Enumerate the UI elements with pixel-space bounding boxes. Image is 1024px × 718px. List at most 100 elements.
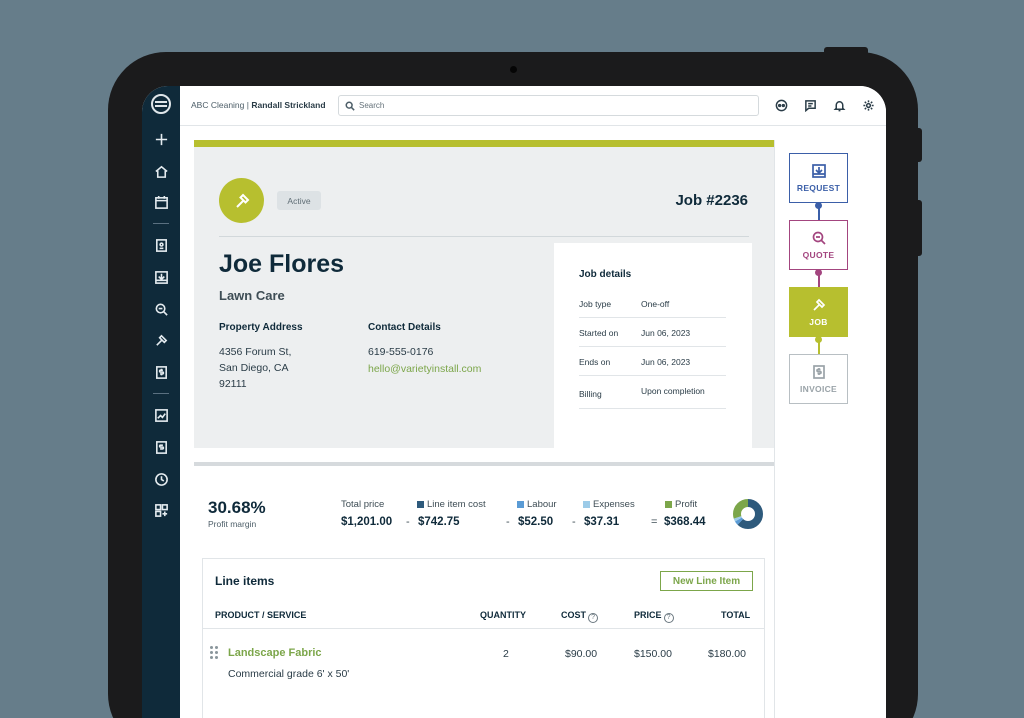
- job-number: Job #2236: [675, 192, 748, 209]
- equals-operator: =: [651, 516, 658, 528]
- reports-icon[interactable]: [151, 405, 171, 425]
- apps-icon[interactable]: [151, 500, 171, 520]
- status-badge: Active: [277, 191, 321, 210]
- clients-icon[interactable]: [151, 235, 171, 255]
- workflow-step-request[interactable]: REQUEST: [789, 153, 848, 203]
- timesheets-icon[interactable]: [151, 469, 171, 489]
- quote-icon: [812, 231, 826, 245]
- account-switcher[interactable]: ABC Cleaning | Randall Strickland: [191, 100, 326, 110]
- new-line-item-button[interactable]: New Line Item: [660, 571, 753, 591]
- expenses-label: Expenses: [583, 499, 635, 510]
- search-icon: [345, 101, 355, 111]
- hammer-icon: [235, 193, 249, 208]
- workflow-step-invoice[interactable]: INVOICE: [789, 354, 848, 404]
- job-overview-card: Active Job #2236 Joe Flores Lawn Care Pr…: [194, 140, 774, 455]
- separator: |: [246, 100, 249, 110]
- drag-handle-icon[interactable]: [210, 646, 220, 660]
- line-item-name[interactable]: Landscape Fabric: [228, 647, 322, 659]
- support-icon[interactable]: [773, 97, 789, 113]
- hammer-icon: [812, 298, 825, 311]
- workflow-step-job[interactable]: JOB: [789, 287, 848, 337]
- line-item-cost: $90.00: [565, 648, 598, 660]
- column-header-price: PRICE?: [634, 610, 674, 623]
- property-address[interactable]: 4356 Forum St, San Diego, CA 92111: [219, 344, 291, 392]
- column-header-cost: COST?: [561, 610, 599, 623]
- user-name: Randall Strickland: [251, 100, 326, 110]
- workflow-connector-dot: [815, 336, 822, 343]
- nav-divider: [153, 223, 169, 224]
- expenses-icon[interactable]: [151, 437, 171, 457]
- search-input[interactable]: Search: [338, 95, 759, 116]
- profit-margin-value: 30.68%: [208, 498, 266, 517]
- expenses-value: $37.31: [584, 516, 620, 528]
- create-icon[interactable]: [151, 129, 171, 149]
- home-icon[interactable]: [151, 161, 171, 181]
- total-price-label: Total price: [341, 499, 385, 510]
- search-placeholder: Search: [359, 101, 385, 110]
- detail-value: Jun 06, 2023: [641, 357, 691, 367]
- job-avatar: [219, 178, 264, 223]
- detail-value: One-off: [641, 299, 670, 309]
- calendar-icon[interactable]: [151, 192, 171, 212]
- messages-icon[interactable]: [802, 97, 818, 113]
- total-price-value: $1,201.00: [341, 516, 393, 528]
- line-item-total: $180.00: [708, 648, 746, 660]
- detail-value: Upon completion: [641, 386, 705, 396]
- address-line-3: 92111: [219, 378, 247, 390]
- workflow-step-label: JOB: [809, 317, 828, 327]
- settings-gear-icon[interactable]: [860, 97, 876, 113]
- line-item-description: Commercial grade 6' x 50': [228, 668, 350, 680]
- profit-donut-chart: [733, 499, 763, 529]
- workflow-step-label: INVOICE: [799, 384, 838, 394]
- company-name: ABC Cleaning: [191, 100, 245, 110]
- tablet-side-button-2: [916, 200, 922, 256]
- workflow-connector-dot: [815, 202, 822, 209]
- client-name[interactable]: Joe Flores: [219, 250, 344, 279]
- tablet-camera: [510, 66, 517, 73]
- column-header-quantity: QUANTITY: [480, 610, 526, 620]
- header-divider: [203, 628, 764, 629]
- expenses-swatch: [583, 500, 590, 508]
- address-line-1: 4356 Forum St,: [219, 346, 292, 358]
- jobs-icon[interactable]: [151, 330, 171, 350]
- line-items-card: Line items New Line Item PRODUCT / SERVI…: [202, 558, 765, 718]
- section-divider: [194, 462, 774, 466]
- quotes-icon[interactable]: [151, 299, 171, 319]
- workflow-step-label: QUOTE: [802, 250, 835, 260]
- workflow-step-quote[interactable]: QUOTE: [789, 220, 848, 270]
- app-logo-icon[interactable]: [151, 94, 171, 114]
- column-header-product: PRODUCT / SERVICE: [215, 610, 307, 620]
- detail-key: Billing: [579, 389, 602, 399]
- line-item-cost-label: Line item cost: [417, 499, 486, 510]
- workflow-step-label: REQUEST: [796, 183, 841, 193]
- top-bar: ABC Cleaning | Randall Strickland Search: [180, 86, 886, 126]
- line-item-price: $150.00: [634, 648, 672, 660]
- detail-key: Ends on: [579, 357, 611, 367]
- contact-details-label: Contact Details: [368, 322, 441, 333]
- help-icon[interactable]: ?: [588, 613, 599, 623]
- labour-value: $52.50: [518, 516, 554, 528]
- detail-key: Job type: [579, 299, 612, 309]
- labour-label: Labour: [517, 499, 557, 510]
- column-header-total: TOTAL: [721, 610, 751, 620]
- detail-key: Started on: [579, 328, 619, 338]
- help-icon[interactable]: ?: [663, 613, 674, 623]
- property-address-label: Property Address: [219, 322, 303, 333]
- requests-icon[interactable]: [151, 267, 171, 287]
- job-details-title: Job details: [579, 269, 632, 280]
- minus-operator: -: [506, 516, 510, 528]
- phone-link[interactable]: 619-555-0176: [368, 346, 433, 358]
- detail-row: Started on Jun 06, 2023: [579, 319, 726, 347]
- email-link[interactable]: hello@varietyinstall.com: [368, 363, 481, 375]
- divider: [219, 236, 749, 237]
- profit-margin-label: Profit margin: [208, 519, 257, 529]
- profit-label: Profit: [665, 499, 697, 510]
- job-details-panel: Job details Job type One-off Started on …: [554, 243, 752, 455]
- labour-swatch: [517, 500, 524, 508]
- invoices-icon[interactable]: [151, 362, 171, 382]
- line-items-title: Line items: [215, 574, 275, 588]
- app-screen: ABC Cleaning | Randall Strickland Search…: [142, 86, 886, 718]
- notifications-icon[interactable]: [831, 97, 847, 113]
- workflow-panel: REQUEST QUOTE JOB INVOICE: [774, 140, 860, 718]
- address-line-2: San Diego, CA: [219, 362, 289, 374]
